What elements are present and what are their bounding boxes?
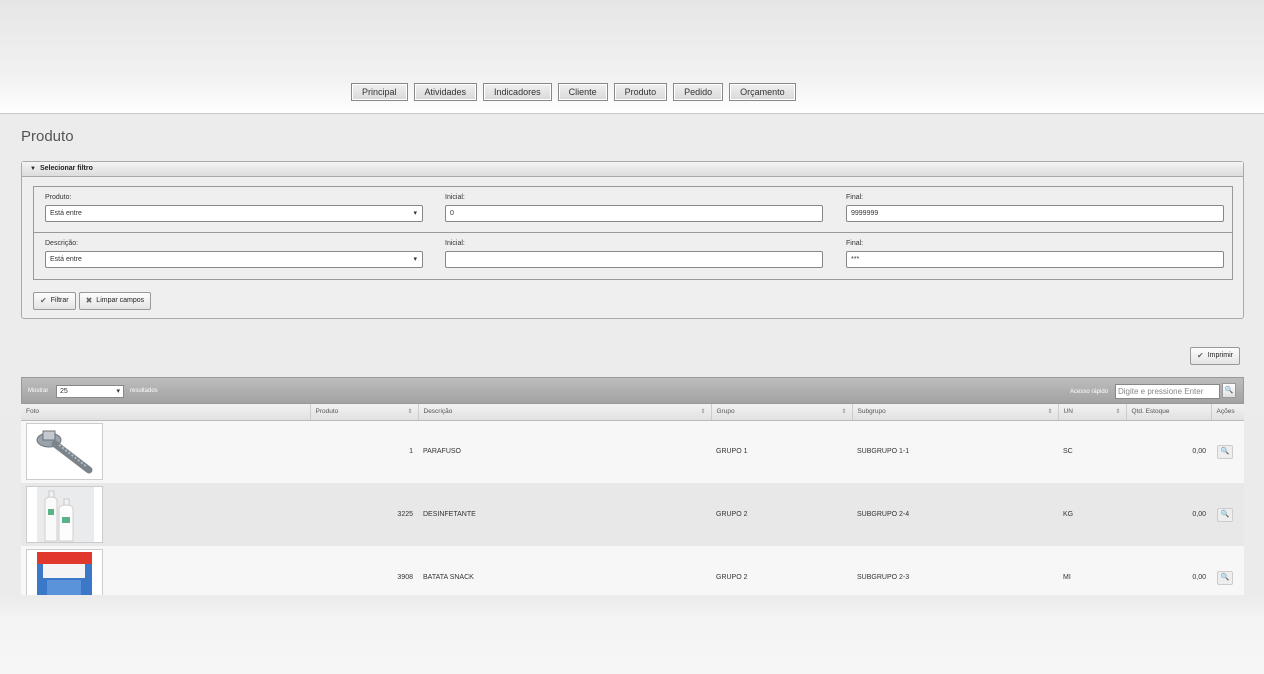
check-icon: ✔ [40,296,47,305]
dropdown-arrow-icon: ▾ [413,256,417,263]
print-button[interactable]: ✔ Imprimir [1190,347,1240,365]
sort-icon: ⇕ [700,409,706,415]
descricao-initial-label: Inicial: [445,240,465,247]
menu-principal[interactable]: Principal [351,83,408,101]
cell-produto: 1 [310,420,418,483]
col-header-produto[interactable]: Produto ⇕ [310,404,419,421]
check-icon: ✔ [1197,351,1204,360]
cell-un: MI [1058,546,1126,595]
clear-button-label: Limpar campos [96,297,145,304]
show-label: Mostrar [28,388,49,394]
filter-row-produto: Produto: Está entre ▾ Inicial: 0 Final: 9… [34,187,1232,233]
search-icon: 🔍 [1220,573,1230,581]
collapse-caret-icon: ▼ [30,166,36,172]
menu-cliente[interactable]: Cliente [557,83,608,101]
menu-produto[interactable]: Produto [613,83,668,101]
search-icon: 🔍 [1220,447,1230,455]
produto-final-input[interactable]: 9999999 [846,205,1224,222]
view-action-button[interactable]: 🔍 [1217,444,1233,459]
search-icon: 🔍 [1224,387,1234,394]
search-button[interactable]: 🔍 [1222,383,1236,398]
cell-descricao: BATATA SNACK [418,546,711,595]
cell-subgrupo: SUBGRUPO 1-1 [852,420,1058,483]
print-button-label: Imprimir [1207,352,1233,359]
col-header-qtd-estoque: Qtd. Estoque [1126,404,1212,421]
screw-image [26,423,103,481]
results-label: resultados [130,388,158,394]
snack-bag-image [26,549,103,595]
dropdown-arrow-icon: ▾ [413,210,417,217]
cell-subgrupo: SUBGRUPO 2-4 [852,483,1058,546]
table-row[interactable]: 1 PARAFUSO GRUPO 1 SUBGRUPO 1-1 SC 0,00 … [21,420,1244,483]
cell-un: KG [1058,483,1126,546]
cell-subgrupo: SUBGRUPO 2-3 [852,546,1058,595]
clear-fields-button[interactable]: ✖ Limpar campos [78,292,152,310]
produto-final-label: Final: [846,194,864,201]
table-row[interactable]: 3225 DESINFETANTE GRUPO 2 SUBGRUPO 2-4 K… [21,483,1244,546]
sort-icon: ⇕ [407,409,413,415]
produto-operator-value: Está entre [50,210,82,217]
cell-produto: 3225 [310,483,418,546]
produto-initial-input[interactable]: 0 [445,205,823,222]
filter-button[interactable]: ✔ Filtrar [33,292,76,310]
descricao-initial-input[interactable] [445,251,823,268]
col-header-un[interactable]: UN ⇕ [1058,404,1127,421]
cell-descricao: PARAFUSO [418,420,711,483]
close-icon: ✖ [85,296,93,305]
table-toolbar: Mostrar 25 ▾ resultados Acesso rápido Dig… [21,377,1244,404]
col-header-grupo[interactable]: Grupo ⇕ [711,404,853,421]
col-header-foto: Foto [21,404,311,421]
produto-filter-label: Produto: [45,194,72,201]
cell-grupo: GRUPO 2 [711,546,852,595]
page-size-value: 25 [60,388,68,395]
cell-grupo: GRUPO 2 [711,483,852,546]
menu-indicadores[interactable]: Indicadores [483,83,552,101]
search-icon: 🔍 [1220,510,1230,518]
view-action-button[interactable]: 🔍 [1217,570,1233,585]
products-table: Mostrar 25 ▾ resultados Acesso rápido Dig… [21,377,1244,595]
descricao-final-label: Final: [846,240,864,247]
descricao-operator-value: Está entre [50,256,82,263]
produto-initial-label: Inicial: [445,194,465,201]
cell-qtd-estoque: 0,00 [1126,483,1211,546]
produto-operator-select[interactable]: Está entre ▾ [45,205,423,222]
top-bar: Principal Atividades Indicadores Cliente… [0,0,1264,114]
menu-pedido[interactable]: Pedido [673,83,724,101]
quick-access-label: Acesso rápido [1070,389,1109,395]
main-menu: Principal Atividades Indicadores Cliente… [351,83,796,101]
dropdown-arrow-icon: ▾ [116,388,120,395]
col-header-subgrupo[interactable]: Subgrupo ⇕ [852,404,1059,421]
descricao-filter-label: Descrição: [45,240,79,247]
menu-atividades[interactable]: Atividades [413,83,478,101]
page-size-select[interactable]: 25 ▾ [56,385,124,398]
sort-icon: ⇕ [1047,409,1053,415]
quick-access-input[interactable]: Digite e pressione Enter [1115,384,1220,399]
cell-qtd-estoque: 0,00 [1126,546,1211,595]
filter-panel-title: Selecionar filtro [39,165,93,172]
cell-un: SC [1058,420,1126,483]
products-grid: Foto Produto ⇕ Descrição ⇕ Grupo ⇕ Subgrupo… [21,404,1244,595]
filter-panel: ▼ Selecionar filtro Produto: Está entre ▾ … [21,161,1244,319]
filter-row-descricao: Descrição: Está entre ▾ Inicial: Final: *… [34,233,1232,279]
cell-qtd-estoque: 0,00 [1126,420,1211,483]
cell-grupo: GRUPO 1 [711,420,852,483]
cell-produto: 3908 [310,546,418,595]
sort-icon: ⇕ [1115,409,1121,415]
table-row[interactable]: 3908 BATATA SNACK GRUPO 2 SUBGRUPO 2-3 M… [21,546,1244,595]
sort-icon: ⇕ [841,409,847,415]
bottles-image [26,486,103,543]
filter-fieldset: Produto: Está entre ▾ Inicial: 0 Final: 9… [33,186,1233,280]
col-header-acoes: Ações [1211,404,1244,421]
descricao-final-input[interactable]: *** [846,251,1224,268]
filter-buttons: ✔ Filtrar ✖ Limpar campos [33,292,152,310]
cell-descricao: DESINFETANTE [418,483,711,546]
filter-panel-header[interactable]: ▼ Selecionar filtro [22,162,1243,177]
menu-orcamento[interactable]: Orçamento [729,83,796,101]
filter-button-label: Filtrar [50,297,69,304]
col-header-descricao[interactable]: Descrição ⇕ [418,404,712,421]
view-action-button[interactable]: 🔍 [1217,507,1233,522]
table-header-row: Foto Produto ⇕ Descrição ⇕ Grupo ⇕ Subgrupo… [21,404,1244,421]
page-title: Produto [21,128,74,145]
descricao-operator-select[interactable]: Está entre ▾ [45,251,423,268]
